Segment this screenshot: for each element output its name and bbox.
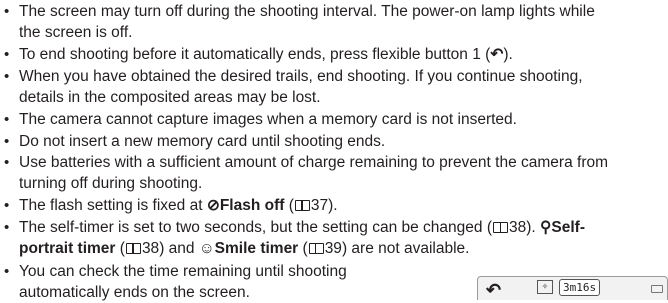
bullet: • [4, 154, 10, 171]
bullet: • [4, 111, 10, 128]
note-line: Use batteries with a sufficient amount o… [19, 154, 609, 171]
battery-icon [651, 285, 663, 293]
smile-timer-icon: ☺ [198, 240, 215, 257]
self-portrait-icon: ⚲ [540, 219, 552, 236]
note-text: ( [284, 197, 294, 214]
note-text: ). [526, 219, 541, 236]
note-text: ). [503, 46, 513, 63]
bullet: • [4, 46, 10, 63]
note-line: details in the composited areas may be l… [19, 89, 321, 106]
bullet: • [4, 263, 10, 280]
setting-name: Flash off [219, 197, 285, 214]
note-line: turning off during shooting. [19, 175, 203, 192]
setting-name: Self- [551, 219, 585, 236]
note-text: The self-timer is set to two seconds, bu… [19, 219, 492, 236]
flash-off-icon: ⊘ [206, 197, 220, 214]
back-arrow-icon: ↶ [490, 46, 504, 63]
note-line: The camera cannot capture images when a … [19, 111, 517, 128]
bullet: • [4, 68, 10, 85]
bullet: • [4, 133, 10, 150]
star-trails-mode-icon: ✧ [537, 280, 553, 294]
page-number: 38 [509, 219, 527, 236]
page-reference-icon [125, 243, 141, 254]
page-number: 39 [324, 240, 342, 257]
page-reference-icon [493, 222, 508, 233]
remaining-time-display: 3m16s [559, 279, 601, 296]
note-line: The screen may turn off during the shoot… [19, 3, 595, 20]
note-text: To end shooting before it automatically … [19, 46, 491, 63]
note-text: ) and [159, 240, 199, 257]
note-text: ) are not available. [341, 240, 470, 257]
note-line: When you have obtained the desired trail… [19, 68, 583, 85]
note-text: The flash setting is fixed at [19, 197, 207, 214]
note-line: Do not insert a new memory card until sh… [19, 133, 386, 150]
note-text: ). [328, 197, 338, 214]
bullet: • [4, 3, 10, 20]
page-reference-icon [308, 243, 324, 254]
note-text: ( [115, 240, 125, 257]
setting-name: portrait timer [19, 240, 116, 257]
note-text: ( [298, 240, 308, 257]
setting-name: Smile timer [214, 240, 299, 257]
bullet: • [4, 219, 10, 236]
note-line: the screen is off. [19, 24, 133, 41]
page-number: 37 [310, 197, 329, 214]
page-reference-icon [294, 200, 310, 211]
back-arrow-icon: ↶ [486, 280, 502, 300]
bullet: • [4, 197, 10, 214]
page-number: 38 [141, 240, 160, 257]
camera-screen-preview: ↶ ✧ 3m16s [477, 276, 668, 300]
